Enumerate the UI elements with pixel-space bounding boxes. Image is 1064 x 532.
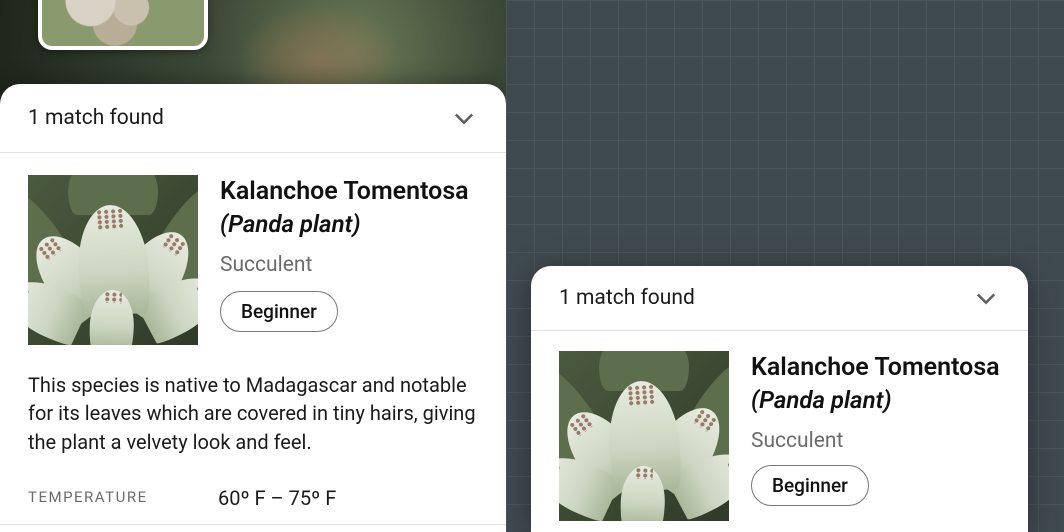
- match-count: 1 match found: [559, 286, 695, 310]
- scientific-name: Kalanchoe Tomentosa: [220, 177, 478, 207]
- captured-thumbnail[interactable]: [38, 0, 208, 50]
- chevron-down-icon[interactable]: [450, 104, 478, 132]
- plant-category: Succulent: [751, 429, 1000, 453]
- spec-row-temperature: TEMPERATURE 60º F – 75º F: [0, 466, 506, 525]
- result-row[interactable]: Kalanchoe Tomentosa (Panda plant) Succul…: [531, 331, 1028, 521]
- results-sheet: 1 match found Kalanchoe Tomentosa (Panda…: [0, 84, 506, 532]
- chevron-down-icon[interactable]: [972, 284, 1000, 312]
- sheet-header[interactable]: 1 match found: [531, 266, 1028, 331]
- match-count: 1 match found: [28, 106, 164, 130]
- common-name: (Panda plant): [751, 385, 1000, 415]
- common-name: (Panda plant): [220, 209, 478, 239]
- spec-label: TEMPERATURE: [28, 486, 218, 510]
- plant-image: [559, 351, 729, 521]
- sheet-header[interactable]: 1 match found: [0, 84, 506, 153]
- difficulty-chip[interactable]: Beginner: [751, 465, 869, 506]
- plant-image: [28, 175, 198, 345]
- spec-value: 60º F – 75º F: [218, 486, 336, 510]
- scientific-name: Kalanchoe Tomentosa: [751, 353, 1000, 383]
- plant-description: This species is native to Madagascar and…: [0, 355, 506, 466]
- result-text: Kalanchoe Tomentosa (Panda plant) Succul…: [220, 175, 478, 345]
- mobile-preview: 1 match found Kalanchoe Tomentosa (Panda…: [0, 0, 506, 532]
- difficulty-chip[interactable]: Beginner: [220, 291, 338, 332]
- design-canvas[interactable]: 1 match found Kalanchoe Tomentosa (Panda…: [506, 0, 1064, 532]
- result-text: Kalanchoe Tomentosa (Panda plant) Succul…: [751, 351, 1000, 521]
- canvas-sheet[interactable]: 1 match found Kalanchoe Tomentosa (Panda…: [531, 266, 1028, 532]
- plant-category: Succulent: [220, 253, 478, 277]
- result-row[interactable]: Kalanchoe Tomentosa (Panda plant) Succul…: [0, 153, 506, 355]
